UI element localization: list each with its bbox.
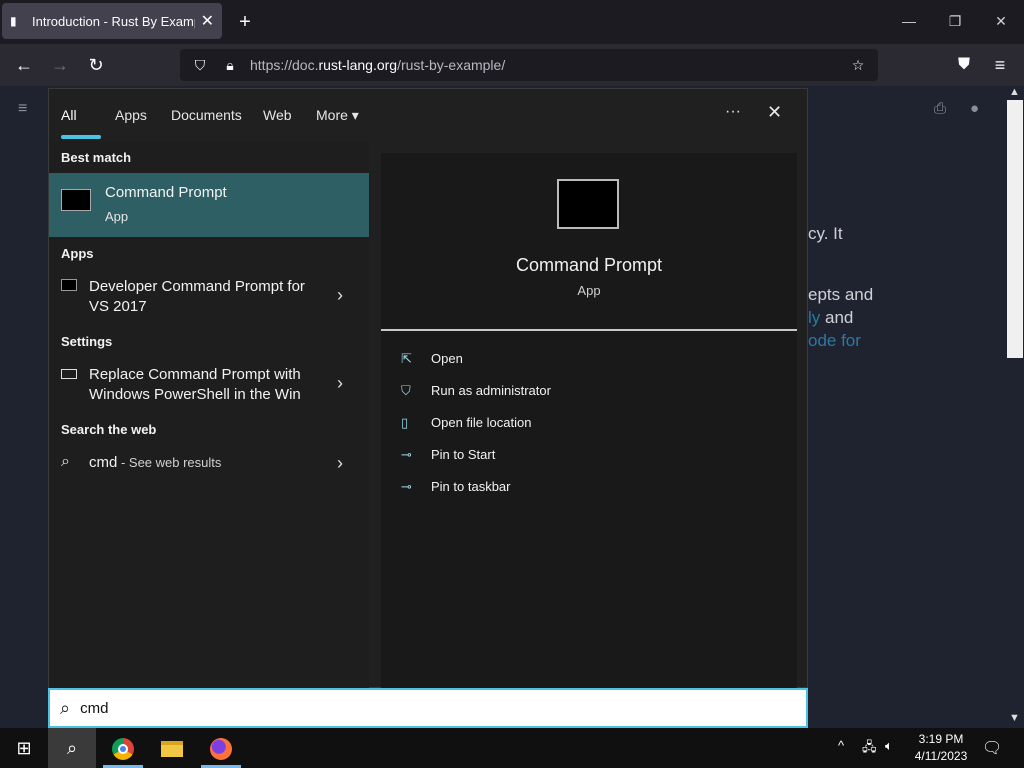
- clock[interactable]: 3:19 PM 4/11/2023: [906, 731, 976, 765]
- menu-icon[interactable]: ≡: [986, 52, 1014, 78]
- taskbar-search-icon[interactable]: ⌕: [48, 728, 96, 768]
- close-icon[interactable]: ✕: [767, 102, 782, 123]
- browser-nav-bar: ← → ↻ ⛉ 🔒︎ https://doc.rust-lang.org/rus…: [0, 44, 1024, 86]
- search-tabs: All Apps Documents Web More ▾ ··· ✕: [49, 89, 809, 141]
- tab-title: Introduction - Rust By Example: [32, 13, 195, 29]
- pin-icon: ⊸: [401, 447, 412, 462]
- browser-tab-bar: ▮ Introduction - Rust By Example ✕ + — ❐…: [0, 0, 1024, 44]
- taskbar: ⊞ ⌕ ^ 🖧︎ 🔈︎ 3:19 PM 4/11/2023 🗨︎: [0, 728, 1024, 768]
- windows-start-icon[interactable]: ⊞: [0, 728, 48, 768]
- action-run-as-admin[interactable]: ⛉ Run as administrator: [401, 383, 551, 399]
- tab-all[interactable]: All: [61, 107, 77, 123]
- firefox-icon[interactable]: [197, 728, 245, 768]
- scrollbar-thumb[interactable]: [1007, 100, 1023, 358]
- detail-subtitle: App: [577, 283, 601, 298]
- chrome-icon[interactable]: [99, 728, 147, 768]
- clock-date: 4/11/2023: [914, 749, 968, 763]
- reload-icon[interactable]: ↻: [82, 52, 110, 78]
- network-icon[interactable]: 🖧︎: [862, 738, 877, 760]
- chevron-right-icon[interactable]: ›: [337, 285, 343, 306]
- tab-documents[interactable]: Documents: [171, 107, 242, 123]
- web-heading: Search the web: [61, 422, 157, 437]
- shield-icon: ⛉: [401, 383, 411, 398]
- pin-icon: ⊸: [401, 479, 412, 494]
- apps-heading: Apps: [61, 246, 94, 261]
- tab-apps[interactable]: Apps: [115, 107, 147, 123]
- sidebar-toggle-icon[interactable]: ≡: [18, 100, 27, 118]
- search-input[interactable]: cmd: [80, 700, 108, 717]
- action-pin-to-start[interactable]: ⊸ Pin to Start: [401, 447, 495, 463]
- command-prompt-large-icon: [557, 179, 619, 229]
- forward-icon[interactable]: →: [46, 52, 74, 78]
- open-icon: ⇱: [401, 351, 412, 366]
- web-result-title: cmd - See web results: [89, 454, 222, 471]
- dev-command-prompt-icon: [61, 279, 77, 291]
- best-match-subtitle: App: [105, 209, 129, 224]
- best-match-title: Command Prompt: [105, 184, 227, 201]
- url-text[interactable]: https://doc.rust-lang.org/rust-by-exampl…: [250, 57, 848, 73]
- minimize-button[interactable]: —: [894, 8, 924, 34]
- action-open[interactable]: ⇱ Open: [401, 351, 463, 367]
- command-prompt-icon: [61, 189, 91, 211]
- action-pin-to-taskbar[interactable]: ⊸ Pin to taskbar: [401, 479, 511, 495]
- close-tab-icon[interactable]: ✕: [201, 11, 214, 31]
- best-match-heading: Best match: [61, 150, 132, 165]
- new-tab-button[interactable]: +: [232, 9, 258, 35]
- chevron-down-icon: ▾: [351, 107, 359, 123]
- tab-more[interactable]: More ▾: [316, 107, 359, 124]
- tab-active-indicator: [61, 135, 101, 139]
- back-icon[interactable]: ←: [10, 52, 38, 78]
- github-icon[interactable]: ●: [970, 100, 979, 117]
- detail-title: Command Prompt: [515, 255, 663, 275]
- print-icon[interactable]: ⎙: [934, 100, 946, 117]
- pocket-icon[interactable]: ⛊: [950, 52, 978, 78]
- search-flyout: All Apps Documents Web More ▾ ··· ✕ Best…: [48, 88, 809, 689]
- page-text: cy. It epts and ly and ode for: [808, 224, 874, 350]
- scroll-up-icon[interactable]: ▲: [1009, 86, 1020, 98]
- file-explorer-icon[interactable]: [148, 728, 196, 768]
- url-bar[interactable]: ⛉ 🔒︎ https://doc.rust-lang.org/rust-by-e…: [180, 49, 878, 81]
- search-box[interactable]: ⌕ cmd: [48, 688, 808, 728]
- web-result-item[interactable]: ⌕ cmd - See web results ›: [49, 453, 369, 493]
- file-icon: ▯: [401, 415, 409, 430]
- action-open-file-location[interactable]: ▯ Open file location: [401, 415, 531, 431]
- scroll-down-icon[interactable]: ▼: [1009, 712, 1020, 724]
- app-result-title: Developer Command Prompt for VS 2017: [89, 278, 305, 315]
- volume-icon[interactable]: 🔈︎: [885, 738, 893, 754]
- chevron-right-icon[interactable]: ›: [337, 453, 343, 474]
- restore-button[interactable]: ❐: [940, 8, 970, 34]
- settings-result-item[interactable]: Replace Command Prompt with Windows Power…: [49, 365, 369, 405]
- tab-web[interactable]: Web: [263, 107, 292, 123]
- bookmark-star-icon[interactable]: ☆: [848, 57, 868, 74]
- settings-heading: Settings: [61, 334, 113, 349]
- more-options-icon[interactable]: ···: [725, 103, 741, 121]
- chevron-up-icon[interactable]: ^: [838, 738, 844, 753]
- app-result-item[interactable]: Developer Command Prompt for VS 2017 ›: [49, 277, 369, 317]
- notification-icon[interactable]: 🗨︎: [982, 738, 1002, 758]
- search-icon: ⌕: [60, 697, 71, 718]
- browser-tab[interactable]: ▮ Introduction - Rust By Example ✕: [2, 3, 222, 39]
- clock-time: 3:19 PM: [918, 732, 964, 746]
- rust-book-icon: ▮: [10, 14, 17, 28]
- shield-icon[interactable]: ⛉: [190, 57, 210, 74]
- lock-icon[interactable]: 🔒︎: [220, 57, 240, 74]
- settings-result-title: Replace Command Prompt with Windows Power…: [89, 366, 301, 403]
- detail-divider: [381, 329, 797, 331]
- chevron-right-icon[interactable]: ›: [337, 373, 343, 394]
- window-close-button[interactable]: ✕: [986, 8, 1016, 34]
- search-icon: ⌕: [61, 453, 70, 470]
- settings-icon: [61, 369, 77, 379]
- best-match-item[interactable]: Command Prompt App: [49, 173, 369, 237]
